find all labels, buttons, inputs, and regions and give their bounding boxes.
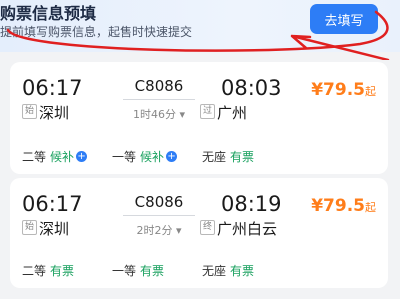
seat-second-class[interactable]: 二等 有票 [22, 262, 112, 279]
price: ¥79.5起 [311, 196, 376, 216]
arrival-time: 08:19 [221, 192, 282, 216]
plus-circle-icon[interactable]: + [166, 151, 178, 162]
duration-toggle[interactable]: 1时46分 ▾ [123, 106, 195, 122]
seat-class-label: 无座 [202, 150, 227, 164]
terminal-tag: 终 [200, 220, 215, 235]
price-suffix: 起 [365, 201, 376, 214]
seat-class-label: 无座 [202, 264, 227, 278]
presale-banner[interactable]: 购票信息预填 提前填写购票信息，起售时快速提交 去填写 [0, 0, 400, 52]
seat-class-label: 一等 [112, 150, 137, 164]
route-line [123, 215, 195, 216]
duration-toggle[interactable]: 2时2分 ▾ [123, 222, 195, 238]
seat-row: 二等 有票 一等 有票 无座 有票 [22, 262, 376, 279]
route-line [123, 99, 195, 100]
origin-tag: 始 [22, 104, 37, 119]
seat-status: 有票 [230, 264, 255, 278]
banner-title: 购票信息预填 [0, 4, 97, 23]
price-suffix: 起 [365, 85, 376, 98]
arrival-station: 广州 [217, 104, 248, 122]
fill-in-button[interactable]: 去填写 [310, 4, 378, 34]
pass-tag: 过 [200, 104, 215, 119]
train-number: C8086 [134, 193, 184, 211]
train-card[interactable]: 06:17 C8086 2时2分 ▾ 08:19 始 深圳 终 广州白云 ¥79… [10, 178, 388, 288]
seat-status: 有票 [140, 264, 165, 278]
seat-class-label: 二等 [22, 264, 47, 278]
seat-second-class[interactable]: 二等 候补 + [22, 148, 112, 165]
departure-station: 深圳 [39, 220, 70, 238]
departure-time: 06:17 [22, 192, 83, 216]
departure-time: 06:17 [22, 76, 83, 100]
seat-status: 候补 [50, 150, 75, 164]
seat-row: 二等 候补 + 一等 候补 + 无座 有票 [22, 148, 376, 165]
arrival-time: 08:03 [221, 76, 282, 100]
seat-class-label: 一等 [112, 264, 137, 278]
seat-standing[interactable]: 无座 有票 [202, 148, 254, 165]
train-number: C8086 [134, 77, 184, 95]
price-value: ¥79.5 [311, 196, 365, 216]
seat-first-class[interactable]: 一等 有票 [112, 262, 202, 279]
plus-circle-icon[interactable]: + [76, 151, 88, 162]
price-value: ¥79.5 [311, 80, 365, 100]
departure-station: 深圳 [39, 104, 70, 122]
seat-standing[interactable]: 无座 有票 [202, 262, 254, 279]
seat-first-class[interactable]: 一等 候补 + [112, 148, 202, 165]
seat-status: 有票 [50, 264, 75, 278]
price: ¥79.5起 [311, 80, 376, 100]
seat-status: 候补 [140, 150, 165, 164]
seat-class-label: 二等 [22, 150, 47, 164]
banner-subtitle: 提前填写购票信息，起售时快速提交 [0, 25, 193, 39]
origin-tag: 始 [22, 220, 37, 235]
arrival-station: 广州白云 [217, 220, 278, 238]
train-card[interactable]: 06:17 C8086 1时46分 ▾ 08:03 始 深圳 过 广州 ¥79.… [10, 62, 388, 174]
seat-status: 有票 [230, 150, 255, 164]
